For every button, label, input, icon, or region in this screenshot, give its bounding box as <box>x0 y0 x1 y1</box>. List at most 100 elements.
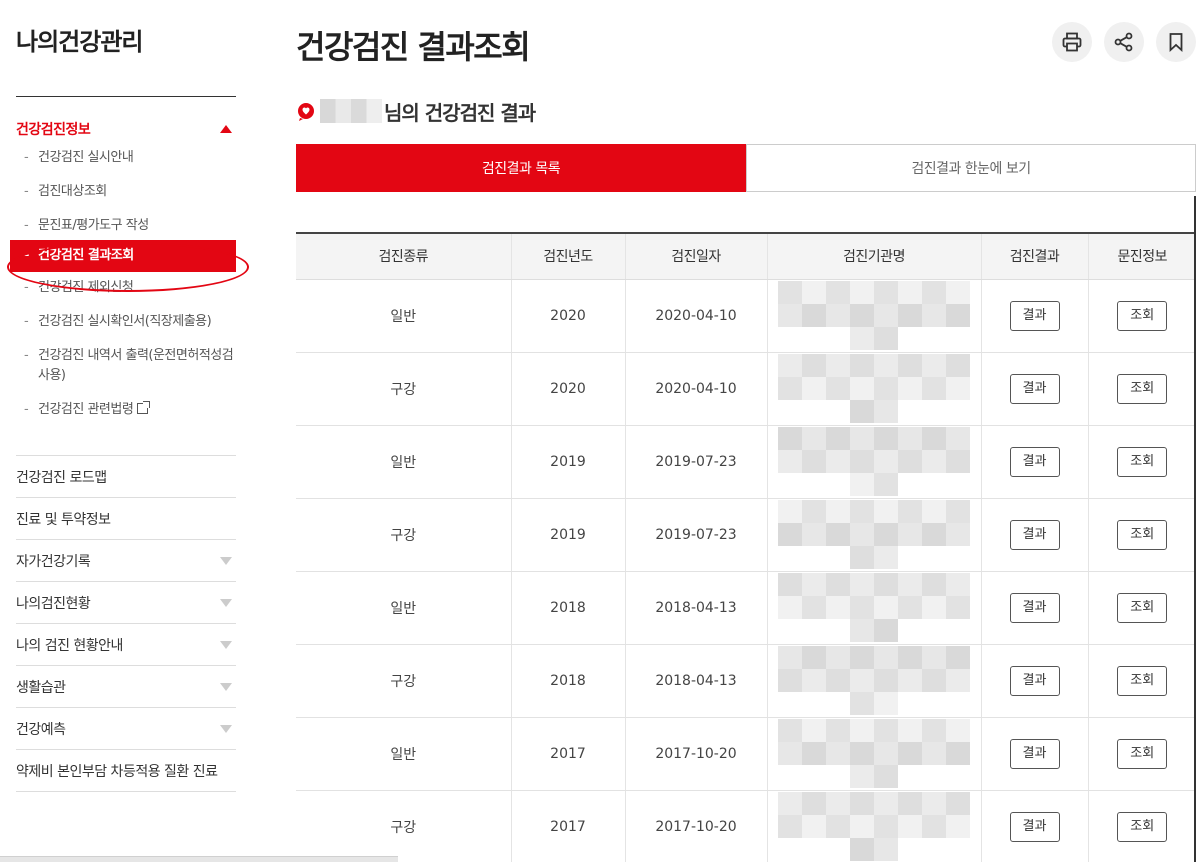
sidebar-item-confirmation-cert[interactable]: 건강검진 실시확인서(직장제출용) <box>16 312 244 332</box>
tab-result-overview[interactable]: 검진결과 한눈에 보기 <box>746 144 1196 192</box>
sidebar-item-self-health-record[interactable]: 자가건강기록 <box>16 540 236 582</box>
chevron-down-icon <box>220 682 232 691</box>
chevron-down-icon <box>220 724 232 733</box>
view-result-button[interactable]: 결과 <box>1009 446 1060 477</box>
cell-institution <box>766 279 981 353</box>
sidebar-title: 나의건강관리 <box>16 28 143 56</box>
blurred-institution-name <box>778 499 970 570</box>
sidebar-item-label: 나의 검진 현황안내 <box>16 637 123 654</box>
sidebar-item-questionnaire[interactable]: 문진표/평가도구 작성 <box>16 216 244 236</box>
table-row: 일반 2020 2020-04-10 결과 조회 <box>296 279 1196 353</box>
table-row: 구강 2018 2018-04-13 결과 조회 <box>296 644 1196 718</box>
cell-checkup-type: 구강 <box>296 498 511 572</box>
cell-checkup-type: 구강 <box>296 790 511 862</box>
view-survey-button[interactable]: 조회 <box>1117 519 1168 550</box>
cell-checkup-date: 2018-04-13 <box>624 571 767 645</box>
cell-survey: 조회 <box>1087 279 1196 353</box>
blurred-username <box>320 99 382 123</box>
sidebar-section-label: 건강검진정보 <box>16 122 91 138</box>
cell-institution <box>766 425 981 499</box>
view-survey-button[interactable]: 조회 <box>1117 300 1168 331</box>
cell-checkup-date: 2017-10-20 <box>624 717 767 791</box>
view-survey-button[interactable]: 조회 <box>1117 592 1168 623</box>
column-header: 검진종류 <box>296 233 511 280</box>
cell-result: 결과 <box>980 498 1088 572</box>
sidebar-item-checkup-status-guide[interactable]: 나의 검진 현황안내 <box>16 624 236 666</box>
cell-checkup-year: 2019 <box>510 425 625 499</box>
sidebar-item-label: 건강검진 로드맵 <box>16 469 107 486</box>
cell-checkup-year: 2020 <box>510 352 625 426</box>
view-result-button[interactable]: 결과 <box>1009 811 1060 842</box>
table-row: 구강 2017 2017-10-20 결과 조회 <box>296 790 1196 862</box>
sidebar-item-roadmap[interactable]: 건강검진 로드맵 <box>16 456 236 498</box>
column-header: 검진결과 <box>980 233 1088 280</box>
result-table-wrap: 검진종류 검진년도 검진일자 검진기관명 검진결과 문진정보 일반 2020 202… <box>296 232 1196 862</box>
view-result-button[interactable]: 결과 <box>1009 300 1060 331</box>
sidebar: 나의건강관리 건강검진정보 건강검진 실시안내 검진대상조회 문진표/평가도구 … <box>0 0 250 862</box>
sidebar-item-related-laws[interactable]: 건강검진 관련법령 <box>16 400 244 420</box>
column-header: 문진정보 <box>1087 233 1196 280</box>
view-result-button[interactable]: 결과 <box>1009 519 1060 550</box>
sidebar-item-checkup-guide[interactable]: 건강검진 실시안내 <box>16 148 244 168</box>
cell-checkup-type: 구강 <box>296 352 511 426</box>
view-survey-button[interactable]: 조회 <box>1117 665 1168 696</box>
cell-checkup-year: 2018 <box>510 571 625 645</box>
view-survey-button[interactable]: 조회 <box>1117 373 1168 404</box>
cell-survey: 조회 <box>1087 352 1196 426</box>
view-survey-button[interactable]: 조회 <box>1117 446 1168 477</box>
table-row: 구강 2019 2019-07-23 결과 조회 <box>296 498 1196 572</box>
sidebar-divider <box>16 96 236 97</box>
sidebar-item-target-lookup[interactable]: 검진대상조회 <box>16 182 244 202</box>
cell-survey: 조회 <box>1087 644 1196 718</box>
sidebar-item-lifestyle[interactable]: 생활습관 <box>16 666 236 708</box>
sidebar-item-result-lookup[interactable]: 건강검진 결과조회 <box>10 240 236 272</box>
view-survey-button[interactable]: 조회 <box>1117 811 1168 842</box>
view-result-button[interactable]: 결과 <box>1009 373 1060 404</box>
cell-institution <box>766 717 981 791</box>
column-header: 검진년도 <box>510 233 625 280</box>
view-result-button[interactable]: 결과 <box>1009 738 1060 769</box>
cell-result: 결과 <box>980 425 1088 499</box>
blurred-institution-name <box>778 718 970 789</box>
table-row: 일반 2019 2019-07-23 결과 조회 <box>296 425 1196 499</box>
bookmark-button[interactable] <box>1156 22 1196 62</box>
cell-checkup-type: 일반 <box>296 279 511 353</box>
chevron-down-icon <box>220 556 232 565</box>
cell-result: 결과 <box>980 644 1088 718</box>
sidebar-item-treatment-info[interactable]: 진료 및 투약정보 <box>16 498 236 540</box>
view-result-button[interactable]: 결과 <box>1009 592 1060 623</box>
cell-result: 결과 <box>980 279 1088 353</box>
share-button[interactable] <box>1104 22 1144 62</box>
subtitle-text: 님의 건강검진 결과 <box>384 100 536 125</box>
sidebar-item-health-prediction[interactable]: 건강예측 <box>16 708 236 750</box>
cell-checkup-type: 일반 <box>296 571 511 645</box>
cell-checkup-date: 2019-07-23 <box>624 498 767 572</box>
sidebar-section-health-checkup[interactable]: 건강검진정보 <box>16 118 236 140</box>
sidebar-item-exclusion-request[interactable]: 건강검진 제외신청 <box>16 278 244 298</box>
cell-survey: 조회 <box>1087 717 1196 791</box>
cell-checkup-year: 2019 <box>510 498 625 572</box>
print-button[interactable] <box>1052 22 1092 62</box>
table-row: 일반 2017 2017-10-20 결과 조회 <box>296 717 1196 791</box>
external-link-icon <box>137 401 151 414</box>
cell-checkup-date: 2020-04-10 <box>624 279 767 353</box>
sidebar-item-statement-print[interactable]: 건강검진 내역서 출력(운전면허적성검사용) <box>16 346 238 386</box>
cell-survey: 조회 <box>1087 571 1196 645</box>
tab-result-list[interactable]: 검진결과 목록 <box>296 144 746 192</box>
result-table: 검진종류 검진년도 검진일자 검진기관명 검진결과 문진정보 일반 2020 202… <box>296 232 1196 862</box>
result-tabs: 검진결과 목록 검진결과 한눈에 보기 <box>296 144 1196 192</box>
sidebar-item-my-checkup-status[interactable]: 나의검진현황 <box>16 582 236 624</box>
table-body: 일반 2020 2020-04-10 결과 조회 구강 2020 2020-04-10 결과 조회… <box>296 279 1196 862</box>
share-icon <box>1114 32 1133 52</box>
table-right-border <box>1194 196 1196 862</box>
result-owner-heading: 님의 건강검진 결과 <box>296 96 536 126</box>
view-result-button[interactable]: 결과 <box>1009 665 1060 696</box>
cell-result: 결과 <box>980 790 1088 862</box>
cell-checkup-date: 2017-10-20 <box>624 790 767 862</box>
cell-result: 결과 <box>980 717 1088 791</box>
sidebar-sub-list: 건강검진 실시안내 검진대상조회 문진표/평가도구 작성 건강검진 결과조회 건… <box>10 148 244 420</box>
view-survey-button[interactable]: 조회 <box>1117 738 1168 769</box>
sidebar-item-label: 건강예측 <box>16 721 66 738</box>
sidebar-item-drug-cost-disease[interactable]: 약제비 본인부담 차등적용 질환 진료 <box>16 750 236 792</box>
chevron-down-icon <box>220 598 232 607</box>
